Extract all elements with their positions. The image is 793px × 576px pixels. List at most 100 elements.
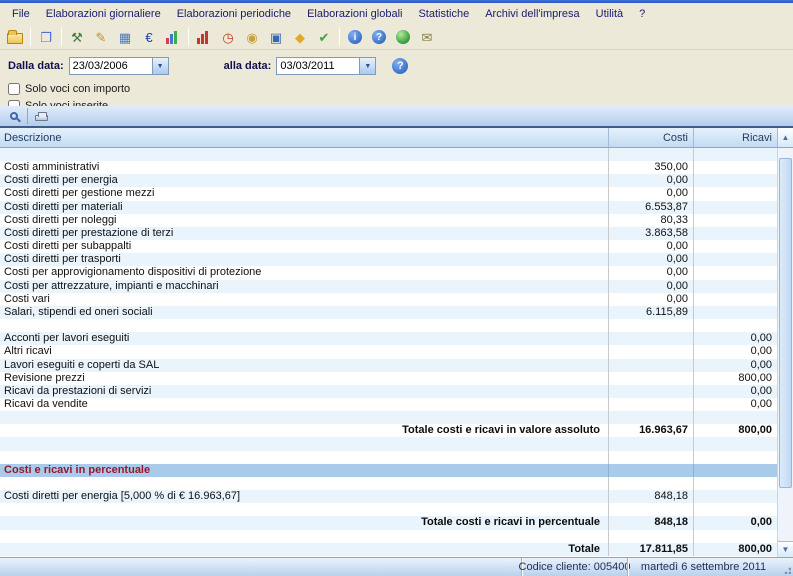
cell-ricavi: 800,00 xyxy=(693,372,777,385)
section-header-row[interactable]: Costi e ricavi in percentuale xyxy=(0,464,777,477)
column-header-ricavi[interactable]: Ricavi xyxy=(693,128,777,147)
scroll-up-icon[interactable]: ▲ xyxy=(777,128,793,147)
menu-item-elaborazioni-periodiche[interactable]: Elaborazioni periodiche xyxy=(169,5,299,23)
table-row[interactable] xyxy=(0,411,777,424)
cell-descrizione xyxy=(0,530,608,543)
cell-descrizione xyxy=(0,451,608,464)
cell-descrizione: Costi amministrativi xyxy=(0,161,608,174)
scrollbar-track[interactable] xyxy=(778,148,793,541)
table-body: Costi amministrativi350,00Costi diretti … xyxy=(0,148,777,557)
table-row[interactable]: Costi diretti per energia0,00 xyxy=(0,174,777,187)
grid-calc-button[interactable]: ▦ xyxy=(114,27,136,48)
edit-button[interactable]: ✎ xyxy=(90,27,112,48)
cell-ricavi xyxy=(693,240,777,253)
cell-costi: 0,00 xyxy=(608,266,693,279)
cell-ricavi xyxy=(693,293,777,306)
cell-costi: 350,00 xyxy=(608,161,693,174)
cell-ricavi xyxy=(693,187,777,200)
menu-item-utilit-[interactable]: Utilità xyxy=(588,5,632,23)
vertical-scrollbar[interactable]: ▼ xyxy=(777,148,793,557)
table-row[interactable] xyxy=(0,437,777,450)
to-date-select[interactable]: 03/03/2011 ▼ xyxy=(276,57,376,75)
cell-costi: 0,00 xyxy=(608,293,693,306)
from-date-select[interactable]: 23/03/2006 ▼ xyxy=(69,57,169,75)
table-row[interactable] xyxy=(0,530,777,543)
table-row[interactable]: Altri ricavi0,00 xyxy=(0,345,777,358)
scrollbar-thumb[interactable] xyxy=(779,158,792,488)
scroll-down-icon[interactable]: ▼ xyxy=(778,541,793,557)
menu-item-archivi-dell-impresa[interactable]: Archivi dell'impresa xyxy=(477,5,587,23)
money-button[interactable]: ◉ xyxy=(241,27,263,48)
table-row[interactable]: Costi vari0,00 xyxy=(0,293,777,306)
menu-item-elaborazioni-giornaliere[interactable]: Elaborazioni giornaliere xyxy=(38,5,169,23)
table-row[interactable]: Costi per approvigionamento dispositivi … xyxy=(0,266,777,279)
table-row[interactable]: Ricavi da vendite0,00 xyxy=(0,398,777,411)
table-row[interactable] xyxy=(0,503,777,516)
monitor-button[interactable]: ▣ xyxy=(265,27,287,48)
chevron-down-icon[interactable]: ▼ xyxy=(359,58,375,74)
menu-item--[interactable]: ? xyxy=(631,5,653,23)
open-folder-button[interactable] xyxy=(4,27,26,48)
euro-conversion-button[interactable]: € xyxy=(138,27,160,48)
cell-ricavi xyxy=(693,266,777,279)
table-row[interactable]: Costi amministrativi350,00 xyxy=(0,161,777,174)
help-icon: ? xyxy=(372,30,386,44)
copy-document-button[interactable]: ❐ xyxy=(35,27,57,48)
column-header-descrizione[interactable]: Descrizione xyxy=(0,128,608,147)
table-row[interactable] xyxy=(0,477,777,490)
report-toolbar xyxy=(0,106,793,128)
table-row[interactable]: Costi diretti per noleggi80,33 xyxy=(0,214,777,227)
red-chart-button[interactable] xyxy=(193,27,215,48)
table-row[interactable]: Salari, stipendi ed oneri sociali6.115,8… xyxy=(0,306,777,319)
cell-costi: 6.553,87 xyxy=(608,201,693,214)
cell-ricavi xyxy=(693,503,777,516)
table-row[interactable]: Costi diretti per trasporti0,00 xyxy=(0,253,777,266)
book-button[interactable]: ◆ xyxy=(289,27,311,48)
book-icon: ◆ xyxy=(295,31,305,44)
table-row[interactable]: Costi diretti per prestazione di terzi3.… xyxy=(0,227,777,240)
help-icon[interactable]: ? xyxy=(392,58,408,74)
column-header-costi[interactable]: Costi xyxy=(608,128,693,147)
cell-ricavi: 800,00 xyxy=(693,543,777,556)
table-row[interactable]: Costi per attrezzature, impianti e macch… xyxy=(0,280,777,293)
table-row[interactable]: Costi diretti per subappalti0,00 xyxy=(0,240,777,253)
clock-document-button[interactable]: ◷ xyxy=(217,27,239,48)
table-row[interactable]: Lavori eseguiti e coperti da SAL0,00 xyxy=(0,359,777,372)
info-button[interactable]: i xyxy=(344,27,366,48)
cell-ricavi xyxy=(693,148,777,161)
chevron-down-icon[interactable]: ▼ xyxy=(152,58,168,74)
total-row[interactable]: Totale17.811,85800,00 xyxy=(0,543,777,556)
table-row[interactable] xyxy=(0,148,777,161)
cell-ricavi: 0,00 xyxy=(693,398,777,411)
total-row[interactable]: Totale costi e ricavi in valore assoluto… xyxy=(0,424,777,437)
table-row[interactable]: Costi diretti per energia [5,000 % di € … xyxy=(0,490,777,503)
cell-descrizione: Costi diretti per gestione mezzi xyxy=(0,187,608,200)
cell-costi xyxy=(608,530,693,543)
euro-conversion-icon: € xyxy=(145,31,152,44)
total-row[interactable]: Totale costi e ricavi in percentuale848,… xyxy=(0,516,777,529)
check-button[interactable]: ✔ xyxy=(313,27,335,48)
help-button[interactable]: ? xyxy=(368,27,390,48)
globe-button[interactable] xyxy=(392,27,414,48)
table-row[interactable] xyxy=(0,319,777,332)
table-row[interactable]: Ricavi da prestazioni di servizi0,00 xyxy=(0,385,777,398)
table-row[interactable]: Revisione prezzi800,00 xyxy=(0,372,777,385)
cell-costi xyxy=(608,345,693,358)
cell-descrizione: Costi diretti per noleggi xyxy=(0,214,608,227)
table-row[interactable] xyxy=(0,451,777,464)
checkbox-solo-voci-con-importo[interactable] xyxy=(8,83,20,95)
to-date-value: 03/03/2011 xyxy=(277,58,359,74)
table-row[interactable]: Costi diretti per gestione mezzi0,00 xyxy=(0,187,777,200)
worker-button[interactable]: ⚒ xyxy=(66,27,88,48)
menu-item-statistiche[interactable]: Statistiche xyxy=(410,5,477,23)
menu-item-file[interactable]: File xyxy=(4,5,38,23)
table-row[interactable]: Costi diretti per materiali6.553,87 xyxy=(0,201,777,214)
resize-grip[interactable] xyxy=(779,558,793,576)
print-button[interactable] xyxy=(31,107,51,125)
menu-item-elaborazioni-globali[interactable]: Elaborazioni globali xyxy=(299,5,410,23)
search-icon xyxy=(10,112,18,120)
search-button[interactable] xyxy=(4,107,24,125)
bar-chart-button[interactable] xyxy=(162,27,184,48)
table-row[interactable]: Acconti per lavori eseguiti0,00 xyxy=(0,332,777,345)
mail-button[interactable]: ✉ xyxy=(416,27,438,48)
